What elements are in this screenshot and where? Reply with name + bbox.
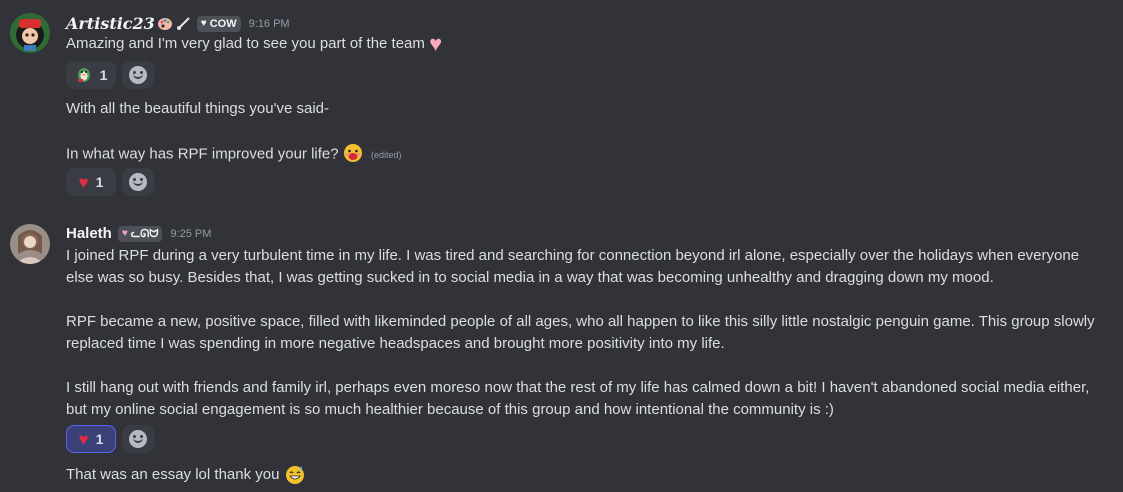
add-reaction-icon xyxy=(129,430,147,448)
message-line: Amazing and I'm very glad to see you par… xyxy=(66,35,425,52)
username-artistic23[interactable]: Artistic23 xyxy=(66,14,155,33)
heart-tag-icon: ♥ xyxy=(121,228,128,239)
message-header-artistic23: Artistic23 ♥ COW 9:16 PM xyxy=(66,14,290,33)
reaction-count: 1 xyxy=(95,431,104,447)
pink-heart-emoji-icon: ♥ xyxy=(429,31,443,57)
sweat-smile-emoji-icon xyxy=(284,463,306,487)
palette-icon xyxy=(157,16,173,32)
reaction-penguin[interactable]: 1 xyxy=(66,61,116,89)
add-reaction-button[interactable] xyxy=(122,168,154,196)
message-line: In what way has RPF improved your life? xyxy=(66,145,339,163)
reactions-bar: 1 xyxy=(66,61,154,89)
message-paragraph: RPF became a new, positive space, filled… xyxy=(66,313,1095,352)
message-paragraph: I still hang out with friends and family… xyxy=(66,379,1090,418)
message-text: With all the beautiful things you've sai… xyxy=(66,98,1109,120)
message-line: With all the beautiful things you've sai… xyxy=(66,100,330,117)
server-tag-cow[interactable]: ♥ COW xyxy=(196,15,241,32)
server-tag-cat[interactable]: ♥ ᓚᘏᗢ xyxy=(117,225,163,242)
reaction-count: 1 xyxy=(95,174,104,190)
paintbrush-icon xyxy=(175,16,191,32)
add-reaction-button[interactable] xyxy=(122,425,154,453)
message-text: Amazing and I'm very glad to see you par… xyxy=(66,33,1109,55)
add-reaction-button[interactable] xyxy=(122,61,154,89)
server-tag-label: ᓚᘏᗢ xyxy=(130,227,159,240)
reaction-heart[interactable]: ♥ 1 xyxy=(66,425,116,453)
penguin-emoji-icon xyxy=(75,65,93,86)
heart-tag-icon: ♥ xyxy=(200,18,207,29)
reaction-heart[interactable]: ♥ 1 xyxy=(66,168,116,196)
edited-label: (edited) xyxy=(370,150,402,161)
blushing-emoji-icon xyxy=(343,143,363,166)
message-line: That was an essay lol thank you xyxy=(66,465,280,483)
message-text: That was an essay lol thank you xyxy=(66,463,1109,487)
server-tag-label: COW xyxy=(209,17,237,30)
reactions-bar: ♥ 1 xyxy=(66,168,154,196)
message-text: In what way has RPF improved your life? … xyxy=(66,143,1109,166)
reaction-count: 1 xyxy=(99,67,108,83)
avatar-haleth[interactable] xyxy=(10,224,50,264)
heart-emoji-icon: ♥ xyxy=(78,172,89,192)
timestamp[interactable]: 9:25 PM xyxy=(170,228,211,240)
add-reaction-icon xyxy=(129,66,147,84)
timestamp[interactable]: 9:16 PM xyxy=(249,18,290,30)
add-reaction-icon xyxy=(129,173,147,191)
message-header-haleth: Haleth ♥ ᓚᘏᗢ 9:25 PM xyxy=(66,225,211,242)
username-haleth[interactable]: Haleth xyxy=(66,225,112,242)
reactions-bar: ♥ 1 xyxy=(66,425,154,453)
avatar-artistic23[interactable] xyxy=(10,13,50,53)
message-paragraph: I joined RPF during a very turbulent tim… xyxy=(66,247,1080,286)
heart-emoji-icon: ♥ xyxy=(78,429,89,449)
